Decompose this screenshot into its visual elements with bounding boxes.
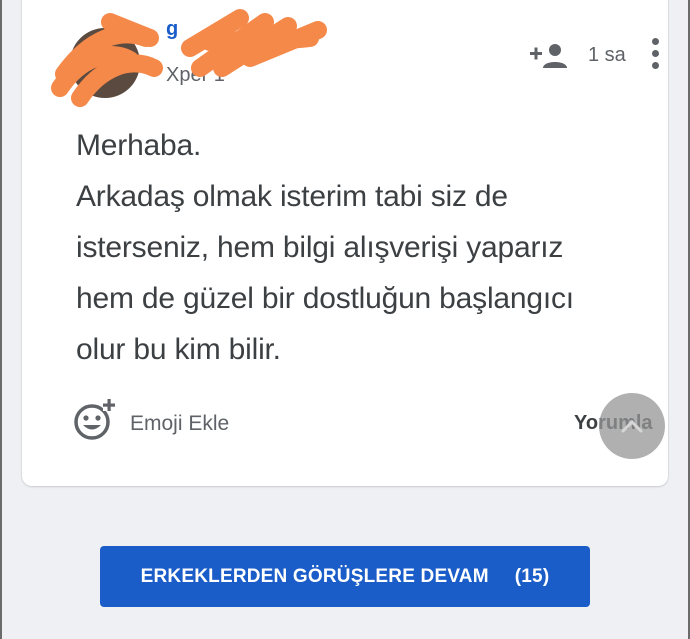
scroll-to-top-button[interactable]: [599, 393, 665, 459]
post-line: Merhaba.: [76, 129, 202, 162]
add-user-icon: [530, 44, 567, 68]
emoji-add-icon: [74, 398, 115, 440]
post-body: Merhaba. Arkadaş olmak isterim tabi siz …: [76, 120, 646, 375]
post-time: 1 sa: [588, 44, 626, 66]
more-options-button[interactable]: [645, 34, 667, 74]
post-line: isterseniz, hem bilgi alışverişi yaparız: [76, 231, 564, 264]
screen-edge-left: [0, 0, 2, 639]
post-line: Arkadaş olmak isterim tabi siz de: [76, 180, 508, 213]
post-line: olur bu kim bilir.: [76, 333, 281, 366]
continue-male-opinions-button[interactable]: ERKEKLERDEN GÖRÜŞLERE DEVAM (15): [100, 546, 590, 607]
opinion-count: (15): [514, 565, 550, 587]
add-emoji-label: Emoji Ekle: [130, 412, 230, 435]
author-name[interactable]: g: [166, 18, 178, 41]
author-level: Xper 1: [166, 64, 225, 86]
avatar[interactable]: [70, 28, 140, 98]
post-line: hem de güzel bir dostluğun başlangıcı: [76, 282, 574, 315]
add-emoji-button[interactable]: Emoji Ekle: [72, 396, 247, 442]
post-card: g Xper 1 1 sa Merhaba. Arkadaş olmak ist…: [22, 0, 668, 486]
chevron-up-icon: [621, 419, 643, 433]
continue-button-label: ERKEKLERDEN GÖRÜŞLERE DEVAM: [140, 565, 489, 587]
follow-button[interactable]: [530, 42, 570, 70]
